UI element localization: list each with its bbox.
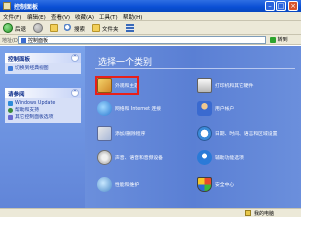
category-label: 用户帐户 xyxy=(215,107,235,112)
link-label: Windows Update xyxy=(15,101,56,106)
link-label: 其它控制面板选项 xyxy=(15,115,54,120)
category-label: 打印机和其它硬件 xyxy=(215,84,254,89)
close-button[interactable]: × xyxy=(288,1,298,11)
category-sound[interactable]: 声音、语音和音频设备 xyxy=(97,150,163,165)
section-title: 请参阅 xyxy=(8,92,25,98)
go-label: 转到 xyxy=(277,37,288,43)
task-pane: 控制面板 ^ 切换到经典视图 请参阅 ^ Windows Update 帮助和支… xyxy=(0,46,85,208)
menu-bar: 文件(F) 编辑(E) 查看(V) 收藏(A) 工具(T) 帮助(H) xyxy=(0,12,301,21)
forward-arrow-icon[interactable] xyxy=(33,23,43,33)
windows-update-icon xyxy=(8,101,13,106)
control-panel-small-icon xyxy=(21,38,26,43)
network-icon xyxy=(97,101,112,116)
toolbar: 后退 搜索 文件夹 xyxy=(0,21,301,35)
category-label: 辅助功能选项 xyxy=(215,156,244,161)
category-date-time-language[interactable]: 日期、时间、语言和区域设置 xyxy=(197,126,277,141)
link-label: 帮助和支持 xyxy=(15,108,39,113)
menu-tools[interactable]: 工具(T) xyxy=(99,13,118,21)
window-title: 控制面板 xyxy=(14,4,39,11)
category-add-remove-programs[interactable]: 添加/删除程序 xyxy=(97,126,145,141)
title-bar: 控制面板 – □ × xyxy=(0,0,301,12)
add-remove-programs-icon xyxy=(97,126,112,141)
other-options-link[interactable]: 其它控制面板选项 xyxy=(8,114,78,121)
help-icon xyxy=(8,108,13,113)
my-computer-icon xyxy=(245,210,251,216)
security-center-icon xyxy=(197,177,212,192)
category-label: 安全中心 xyxy=(215,183,235,188)
category-label: 日期、时间、语言和区域设置 xyxy=(215,132,278,137)
status-bar: 我的电脑 xyxy=(0,208,301,217)
highlight-box xyxy=(95,76,139,95)
classic-view-icon xyxy=(8,66,13,71)
category-performance[interactable]: 性能和维护 xyxy=(97,177,139,192)
category-label: 性能和维护 xyxy=(115,183,139,188)
help-support-link[interactable]: 帮助和支持 xyxy=(8,107,78,114)
section-header-see-also[interactable]: 请参阅 ^ xyxy=(5,88,81,98)
section-title: 控制面板 xyxy=(8,57,31,63)
go-arrow-icon xyxy=(270,36,276,43)
see-also-section: 请参阅 ^ Windows Update 帮助和支持 其它控制面板选项 xyxy=(5,88,81,123)
go-button[interactable]: 转到 xyxy=(270,36,290,44)
date-time-icon xyxy=(197,126,212,141)
folders-icon[interactable] xyxy=(92,24,100,32)
user-accounts-icon xyxy=(197,101,212,116)
address-value: 控制面板 xyxy=(28,38,49,44)
category-label: 声音、语音和音频设备 xyxy=(115,156,163,161)
menu-view[interactable]: 查看(V) xyxy=(51,13,70,21)
collapse-chevron-icon[interactable]: ^ xyxy=(71,89,79,97)
category-view: 选择一个类别 外观和主题 网络和 Internet 连接 添加/删除程序 声音、… xyxy=(85,46,301,208)
menu-favorites[interactable]: 收藏(A) xyxy=(75,13,94,21)
views-icon[interactable] xyxy=(126,24,134,32)
collapse-chevron-icon[interactable]: ^ xyxy=(71,54,79,62)
status-text: 我的电脑 xyxy=(254,211,275,217)
windows-update-link[interactable]: Windows Update xyxy=(8,100,78,107)
control-panel-icon xyxy=(3,2,11,10)
control-panel-options-icon xyxy=(8,115,13,120)
menu-edit[interactable]: 编辑(E) xyxy=(27,13,46,21)
menu-file[interactable]: 文件(F) xyxy=(3,13,21,21)
folders-button[interactable]: 文件夹 xyxy=(102,25,119,33)
switch-classic-view-link[interactable]: 切换到经典视图 xyxy=(8,65,78,72)
sound-icon xyxy=(97,150,112,165)
minimize-button[interactable]: – xyxy=(265,1,275,11)
category-network[interactable]: 网络和 Internet 连接 xyxy=(97,101,161,116)
divider xyxy=(95,68,295,69)
up-folder-icon[interactable] xyxy=(50,24,58,32)
category-accessibility[interactable]: 辅助功能选项 xyxy=(197,150,244,165)
accessibility-icon xyxy=(197,150,212,165)
back-button[interactable]: 后退 xyxy=(15,25,26,33)
performance-icon xyxy=(97,177,112,192)
category-label: 添加/删除程序 xyxy=(115,132,146,137)
category-printers-hardware[interactable]: 打印机和其它硬件 xyxy=(197,78,253,93)
address-field[interactable]: 控制面板 xyxy=(18,36,266,44)
menu-help[interactable]: 帮助(H) xyxy=(123,13,142,21)
back-arrow-icon[interactable] xyxy=(3,23,13,33)
link-label: 切换到经典视图 xyxy=(15,66,49,71)
search-button[interactable]: 搜索 xyxy=(74,25,85,33)
address-bar: 地址(D) 控制面板 转到 xyxy=(0,35,301,45)
category-user-accounts[interactable]: 用户帐户 xyxy=(197,101,234,116)
section-header-control-panel[interactable]: 控制面板 ^ xyxy=(5,53,81,63)
category-security-center[interactable]: 安全中心 xyxy=(197,177,234,192)
category-label: 网络和 Internet 连接 xyxy=(115,107,162,112)
control-panel-section: 控制面板 ^ 切换到经典视图 xyxy=(5,53,81,74)
maximize-button[interactable]: □ xyxy=(276,1,286,11)
search-icon[interactable] xyxy=(64,24,72,32)
page-title: 选择一个类别 xyxy=(98,58,153,68)
printer-icon xyxy=(197,78,212,93)
